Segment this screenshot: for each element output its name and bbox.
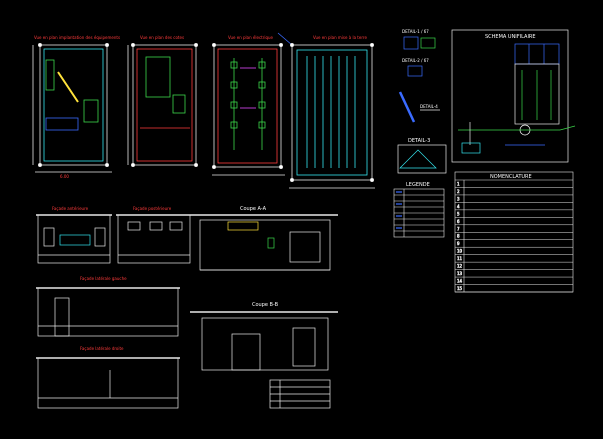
nomenclature-row-number: 10 (457, 249, 463, 254)
svg-text:6.00: 6.00 (60, 174, 69, 179)
facade-laterale-droite-title: Façade latérale droite (80, 346, 124, 351)
nomenclature-row-number: 15 (457, 286, 463, 291)
coupe-bb-title: Coupe B-B (252, 302, 279, 308)
plan-electrique-title: Vue en plan électrique (228, 35, 274, 40)
plan-implantation-title: Vue en plan implantation des équipements (34, 35, 120, 40)
plan-cotes-title: Vue en plan des cotes (140, 35, 184, 40)
detail-3-title: DETAIL-3 (408, 138, 430, 144)
detail-4-title: DETAIL-4 (420, 104, 438, 109)
cad-drawing-canvas[interactable]: Vue en plan implantation des équipements… (0, 0, 603, 439)
schema-title: SCHEMA UNIFILAIRE (485, 34, 536, 40)
facade-anterieure-title: Façade antérieure (52, 206, 89, 211)
facade-posterieure-title: Façade postérieure (133, 206, 172, 211)
plan-mise-terre-title: Vue en plan mise à la terre (313, 35, 367, 40)
coupe-aa-title: Coupe A-A (240, 206, 267, 212)
canvas-background (0, 0, 603, 439)
detail-1-title: DETAIL-1 / 67 (402, 29, 429, 34)
nomenclature-row-number: 13 (457, 271, 463, 276)
nomenclature-title: NOMENCLATURE (490, 174, 532, 180)
nomenclature-row-number: 14 (457, 279, 463, 284)
nomenclature-row-number: 11 (457, 256, 463, 261)
legende-title: LEGENDE (406, 182, 430, 188)
nomenclature-row-number: 12 (457, 264, 463, 269)
detail-2-title: DETAIL-2 / 67 (402, 58, 429, 63)
facade-laterale-gauche-title: Façade latérale gauche (80, 276, 127, 281)
